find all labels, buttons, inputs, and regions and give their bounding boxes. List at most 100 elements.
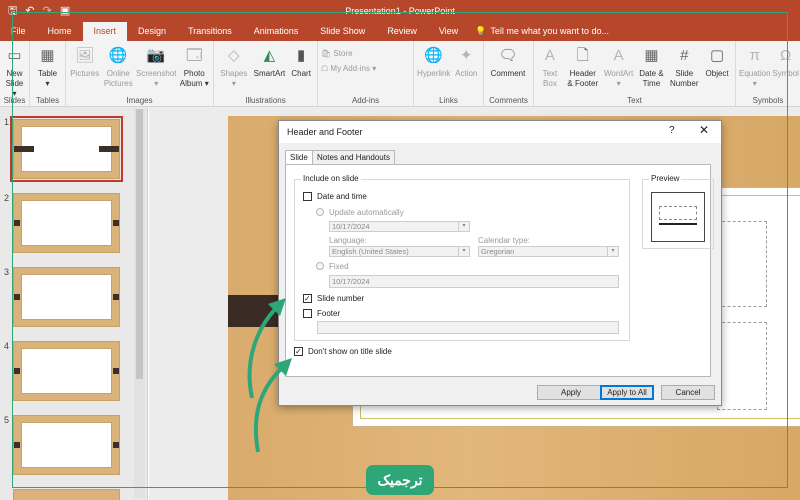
table-icon: ▦: [40, 47, 55, 64]
group-text: A Text Box 🗋 Header & Footer A WordArt ▾…: [534, 41, 736, 107]
online-pictures-icon: 🌐: [108, 47, 128, 64]
calendar-icon: ▦: [644, 47, 659, 64]
group-label-comments: Comments: [489, 96, 528, 105]
redo-icon[interactable]: ↷: [43, 0, 52, 22]
dont-show-title-label: Don't show on title slide: [308, 347, 392, 356]
dialog-panel: Include on slide Date and time Update au…: [285, 164, 714, 377]
dialog-title: Header and Footer: [287, 127, 363, 137]
chevron-down-icon: ▾: [458, 222, 469, 231]
thumb-bar-left: [14, 368, 20, 374]
object-icon: ▢: [710, 47, 725, 64]
pi-icon: π: [749, 47, 760, 64]
apply-to-all-button[interactable]: Apply to All: [600, 385, 654, 400]
thumb-bar-left: [14, 294, 20, 300]
group-links: 🌐 Hyperlink ✦ Action Links: [414, 41, 484, 107]
chevron-down-icon: ▾: [607, 247, 618, 256]
group-comments: 🗨 Comment Comments: [484, 41, 534, 107]
thumb-bar-right: [113, 294, 119, 300]
slide-thumbnail-6[interactable]: [13, 489, 120, 500]
fixed-label: Fixed: [329, 262, 349, 271]
my-addins-button[interactable]: ☖ My Add-ins ▾: [321, 64, 409, 73]
apply-button[interactable]: Apply: [537, 385, 605, 400]
footer-input[interactable]: [317, 321, 619, 334]
include-on-slide-group: Include on slide Date and time Update au…: [294, 174, 630, 341]
date-time-checkbox[interactable]: [303, 192, 312, 201]
lightbulb-icon: 💡: [475, 26, 487, 36]
slide-thumbnail-5[interactable]: [13, 415, 120, 475]
group-label-tables: Tables: [35, 96, 60, 105]
cancel-button[interactable]: Cancel: [661, 385, 715, 400]
thumbnail-scrollbar[interactable]: [134, 109, 145, 498]
tab-slide-show[interactable]: Slide Show: [309, 22, 376, 41]
thumb-bar-left: [14, 220, 20, 226]
thumb-inner: [21, 348, 112, 394]
tab-animations[interactable]: Animations: [243, 22, 310, 41]
undo-icon[interactable]: ↶: [25, 0, 34, 22]
group-images: 🖼 Pictures 🌐 Online Pictures 📷 Screensho…: [66, 41, 214, 107]
group-label-links: Links: [439, 96, 458, 105]
date-format-select[interactable]: 10/17/2024 ▾: [329, 221, 470, 232]
tab-transitions[interactable]: Transitions: [177, 22, 243, 41]
preview-slide: [651, 192, 705, 242]
window-title: Presentation1 - PowerPoint: [345, 6, 455, 16]
thumb-number: 1: [4, 117, 10, 127]
tab-notes-handouts[interactable]: Notes and Handouts: [312, 150, 395, 165]
action-icon: ✦: [459, 47, 473, 64]
update-automatically-label: Update automatically: [329, 208, 404, 217]
header-footer-icon: 🗋: [576, 47, 589, 64]
update-automatically-radio[interactable]: [316, 208, 324, 216]
photo-album-icon: 🗔: [186, 47, 203, 64]
preview-footer-line: [659, 223, 697, 226]
language-select[interactable]: English (United States) ▾: [329, 246, 470, 257]
store-icon: 🛍: [321, 49, 332, 58]
calendar-type-select[interactable]: Gregorian ▾: [478, 246, 619, 257]
thumb-inner: [21, 200, 112, 246]
slide-thumbnail-4[interactable]: [13, 341, 120, 401]
tab-insert[interactable]: Insert: [82, 22, 128, 41]
save-icon[interactable]: 🖫: [8, 0, 17, 22]
tab-file[interactable]: File: [0, 22, 37, 41]
slideshow-icon[interactable]: ▣: [60, 0, 70, 22]
group-illustrations: ◇ Shapes ▾ ◭ SmartArt ▮ Chart Illustrati…: [214, 41, 318, 107]
preview-legend: Preview: [649, 174, 682, 183]
screenshot-icon: 📷: [146, 47, 166, 64]
group-symbols: π Equation ▾ Ω Symbol Symbols: [736, 41, 800, 107]
slide-dark-band-left: [228, 295, 280, 327]
footer-label: Footer: [317, 309, 341, 318]
slide-thumbnail-1[interactable]: [10, 116, 123, 182]
title-placeholder[interactable]: [717, 221, 767, 307]
close-icon[interactable]: ✕: [699, 123, 709, 137]
comment-icon: 🗨: [498, 47, 518, 64]
shapes-icon: ◇: [228, 47, 240, 64]
thumb-bar-left: [14, 442, 20, 448]
language-label: Language:: [329, 236, 367, 245]
ribbon: ▭ New Slide ▾ Slides ▦ Table ▾ Tables 🖼 …: [0, 41, 800, 107]
tab-review[interactable]: Review: [376, 22, 428, 41]
tell-me-text: Tell me what you want to do...: [490, 26, 609, 36]
subtitle-placeholder[interactable]: [717, 322, 767, 410]
tell-me-search[interactable]: 💡 Tell me what you want to do...: [475, 22, 609, 41]
fixed-radio[interactable]: [316, 262, 324, 270]
hyperlink-icon: 🌐: [424, 47, 444, 64]
thumb-inner: [21, 422, 112, 468]
pictures-icon: 🖼: [75, 47, 95, 64]
brand-badge: ترجمیک: [366, 465, 434, 495]
dialog-titlebar: Header and Footer ? ✕: [279, 121, 721, 143]
thumb-bar-right: [113, 442, 119, 448]
slide-thumbnail-2[interactable]: [13, 193, 120, 253]
footer-checkbox[interactable]: [303, 309, 312, 318]
tab-home[interactable]: Home: [37, 22, 83, 41]
group-label-symbols: Symbols: [752, 96, 784, 105]
slide-number-icon: #: [680, 47, 689, 64]
tab-design[interactable]: Design: [127, 22, 177, 41]
dont-show-title-checkbox[interactable]: [294, 347, 303, 356]
store-button[interactable]: 🛍 Store: [321, 49, 409, 58]
scrollbar-thumb[interactable]: [136, 109, 143, 379]
fixed-date-input[interactable]: 10/17/2024: [329, 275, 619, 288]
preview-group: Preview: [642, 174, 714, 249]
slide-number-checkbox[interactable]: [303, 294, 312, 303]
thumb-number: 3: [4, 267, 10, 277]
tab-view[interactable]: View: [428, 22, 469, 41]
slide-thumbnail-3[interactable]: [13, 267, 120, 327]
help-icon[interactable]: ?: [669, 125, 675, 136]
